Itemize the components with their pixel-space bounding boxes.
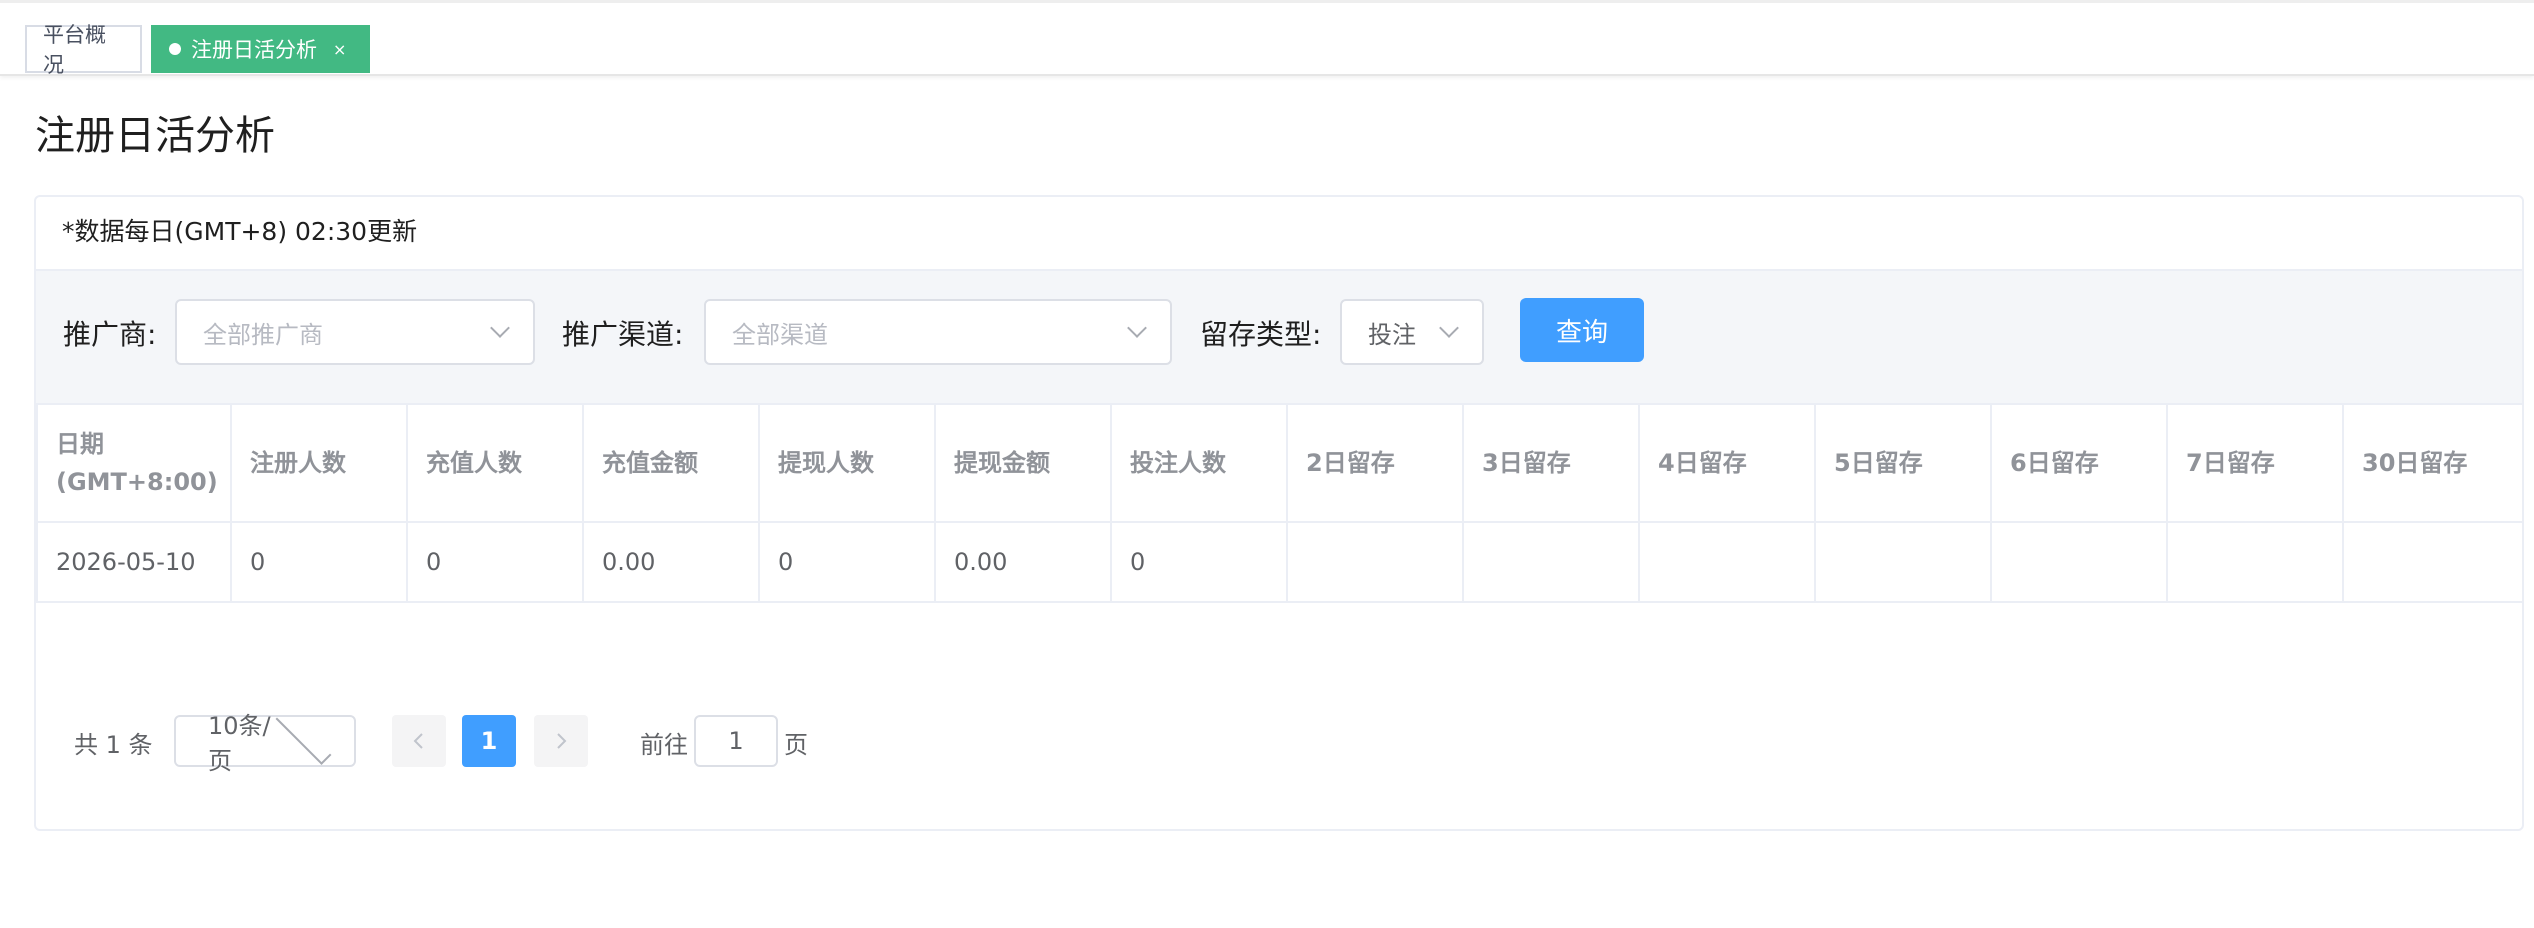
- page-number-current[interactable]: 1: [462, 715, 516, 767]
- column-header-retention-3d: 3日留存: [1462, 403, 1640, 523]
- retention-type-select[interactable]: 投注: [1340, 299, 1484, 365]
- column-header-retention-7d: 7日留存: [2166, 403, 2344, 523]
- column-header-retention-4d: 4日留存: [1638, 403, 1816, 523]
- filter-bar: 推广商: 全部推广商 推广渠道: 全部渠道 留存类型: 投注 查询: [36, 269, 2522, 403]
- page-size-select[interactable]: 10条/页: [174, 709, 356, 775]
- tags-view-bar: 平台概况 注册日活分析 ×: [0, 0, 2534, 77]
- prev-page-button[interactable]: [392, 715, 446, 767]
- chevron-down-icon: [275, 709, 332, 765]
- table-row: 2026-05-10 0 0 0.00 0 0.00 0: [36, 521, 2522, 603]
- cell-bet-count: 0: [1110, 521, 1288, 603]
- promoter-label: 推广商:: [63, 318, 157, 351]
- cell-withdraw-amount: 0.00: [934, 521, 1112, 603]
- channel-label: 推广渠道:: [562, 318, 684, 351]
- retention-type-value: 投注: [1368, 320, 1416, 349]
- next-page-button[interactable]: [534, 715, 588, 767]
- cell-retention-5d: [1814, 521, 1992, 603]
- pagination: 共 1 条 10条/页 1 前往 页: [36, 709, 2522, 775]
- column-header-retention-2d: 2日留存: [1286, 403, 1464, 523]
- update-notice: *数据每日(GMT+8) 02:30更新: [62, 217, 418, 246]
- cell-withdraw-count: 0: [758, 521, 936, 603]
- tag-label: 注册日活分析: [191, 38, 317, 62]
- column-header-retention-6d: 6日留存: [1990, 403, 2168, 523]
- promoter-placeholder: 全部推广商: [203, 320, 323, 349]
- column-header-register-count: 注册人数: [230, 403, 408, 523]
- cell-register-count: 0: [230, 521, 408, 603]
- column-header-withdraw-count: 提现人数: [758, 403, 936, 523]
- goto-label: 前往: [640, 731, 688, 759]
- active-dot-icon: [169, 43, 181, 55]
- column-header-recharge-amount: 充值金额: [582, 403, 760, 523]
- cell-retention-4d: [1638, 521, 1816, 603]
- chevron-down-icon: [1127, 318, 1147, 338]
- cell-retention-6d: [1990, 521, 2168, 603]
- table-header-row: 日期(GMT+8:00) 注册人数 充值人数 充值金额 提现人数 提现金额 投注…: [36, 403, 2522, 523]
- chevron-down-icon: [490, 318, 510, 338]
- channel-select[interactable]: 全部渠道: [704, 299, 1172, 365]
- data-table: 日期(GMT+8:00) 注册人数 充值人数 充值金额 提现人数 提现金额 投注…: [36, 403, 2522, 603]
- column-header-withdraw-amount: 提现金额: [934, 403, 1112, 523]
- page-size-value: 10条/页: [208, 712, 271, 775]
- column-header-retention-5d: 5日留存: [1814, 403, 1992, 523]
- retention-type-label: 留存类型:: [1200, 318, 1322, 351]
- promoter-select[interactable]: 全部推广商: [175, 299, 535, 365]
- tag-platform-overview[interactable]: 平台概况: [25, 23, 142, 77]
- pagination-total: 共 1 条: [74, 731, 153, 759]
- query-button[interactable]: 查询: [1520, 298, 1644, 362]
- tag-register-dau-analysis[interactable]: 注册日活分析 ×: [151, 25, 370, 73]
- page-suffix-label: 页: [784, 731, 808, 759]
- report-card: *数据每日(GMT+8) 02:30更新 推广商: 全部推广商 推广渠道: 全部…: [34, 195, 2524, 831]
- column-header-recharge-count: 充值人数: [406, 403, 584, 523]
- column-header-bet-count: 投注人数: [1110, 403, 1288, 523]
- cell-date: 2026-05-10: [36, 521, 232, 603]
- column-header-date: 日期(GMT+8:00): [36, 403, 232, 523]
- channel-placeholder: 全部渠道: [732, 320, 828, 349]
- cell-recharge-amount: 0.00: [582, 521, 760, 603]
- chevron-left-icon: [413, 733, 423, 749]
- cell-retention-3d: [1462, 521, 1640, 603]
- tag-label: 平台概况: [43, 23, 106, 77]
- cell-recharge-count: 0: [406, 521, 584, 603]
- goto-page-input[interactable]: [694, 715, 778, 767]
- cell-retention-30d: [2342, 521, 2522, 603]
- close-icon[interactable]: ×: [333, 40, 346, 59]
- chevron-down-icon: [1439, 318, 1459, 338]
- column-header-retention-30d: 30日留存: [2342, 403, 2522, 523]
- page-title: 注册日活分析: [35, 113, 275, 159]
- cell-retention-7d: [2166, 521, 2344, 603]
- chevron-right-icon: [557, 733, 567, 749]
- cell-retention-2d: [1286, 521, 1464, 603]
